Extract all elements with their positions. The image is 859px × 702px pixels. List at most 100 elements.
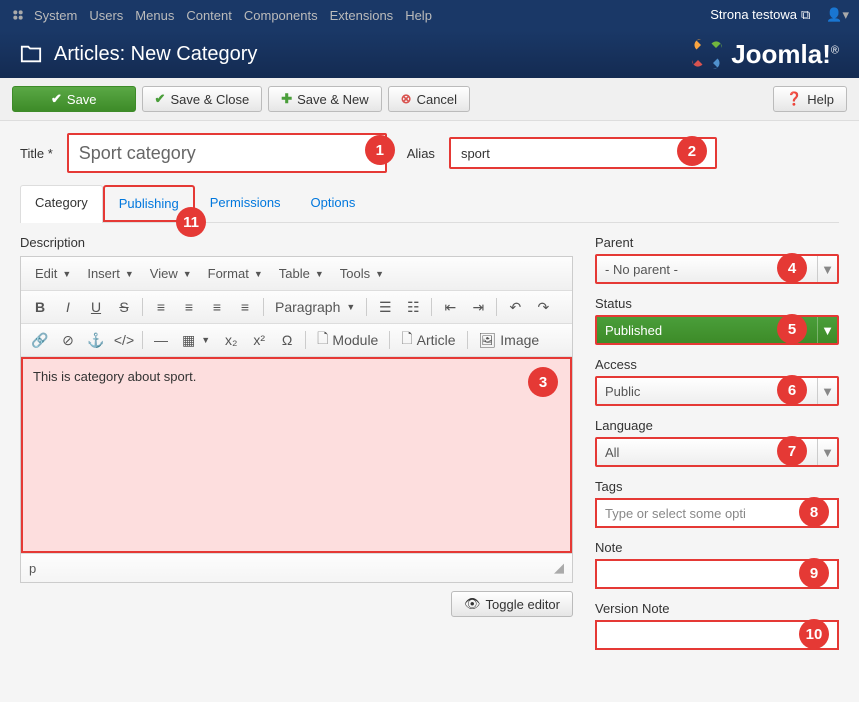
menu-components[interactable]: Components xyxy=(244,8,318,23)
chevron-down-icon: ▼ xyxy=(125,269,134,279)
tags-label: Tags xyxy=(595,479,839,494)
italic-button[interactable]: I xyxy=(55,295,81,319)
chevron-down-icon: ▼ xyxy=(254,269,263,279)
save-new-button[interactable]: ✚Save & New xyxy=(268,86,381,112)
annotation-11: 11 xyxy=(176,207,206,237)
align-right-button[interactable]: ≡ xyxy=(204,295,230,319)
title-label: Title * xyxy=(20,146,53,161)
help-button[interactable]: ❓Help xyxy=(773,86,847,112)
menu-system[interactable]: System xyxy=(34,8,77,23)
content-area: Title * 1 Alias 2 Category Publishing Pe… xyxy=(0,121,859,674)
menu-help[interactable]: Help xyxy=(405,8,432,23)
help-icon: ❓ xyxy=(786,91,802,107)
chevron-down-icon: ▼ xyxy=(201,335,210,345)
chevron-down-icon: ▼ xyxy=(817,317,837,343)
table-button[interactable]: ▦▼ xyxy=(176,328,216,352)
superscript-button[interactable]: x² xyxy=(246,328,272,352)
chevron-down-icon: ▼ xyxy=(62,269,71,279)
eye-icon: 👁 xyxy=(464,596,481,612)
title-input[interactable] xyxy=(67,133,387,173)
annotation-8: 8 xyxy=(799,497,829,527)
element-path: p xyxy=(29,561,36,576)
anchor-button[interactable]: ⚓ xyxy=(83,328,109,352)
menu-menus[interactable]: Menus xyxy=(135,8,174,23)
align-center-button[interactable]: ≡ xyxy=(176,295,202,319)
editor: Edit▼ Insert▼ View▼ Format▼ Table▼ Tools… xyxy=(20,256,573,583)
alias-label: Alias xyxy=(407,146,435,161)
code-button[interactable]: </> xyxy=(111,328,137,352)
folder-icon xyxy=(20,43,42,65)
editor-statusbar: p ◢ xyxy=(21,553,572,582)
chevron-down-icon: ▼ xyxy=(375,269,384,279)
chevron-down-icon: ▼ xyxy=(817,439,837,465)
editor-menu-edit[interactable]: Edit▼ xyxy=(29,263,77,284)
undo-button[interactable]: ↶ xyxy=(502,295,528,319)
external-link-icon: ⧉ xyxy=(801,7,810,22)
toggle-editor-button[interactable]: 👁Toggle editor xyxy=(451,591,573,617)
hr-button[interactable]: — xyxy=(148,328,174,352)
chevron-down-icon: ▼ xyxy=(315,269,324,279)
cancel-button[interactable]: ⊗Cancel xyxy=(388,86,470,112)
tab-options[interactable]: Options xyxy=(296,185,371,222)
indent-button[interactable]: ⇥ xyxy=(465,295,491,319)
editor-menu-tools[interactable]: Tools▼ xyxy=(334,263,390,284)
note-label: Note xyxy=(595,540,839,555)
annotation-10: 10 xyxy=(799,619,829,649)
link-button[interactable]: 🔗 xyxy=(27,328,53,352)
editor-menu-view[interactable]: View▼ xyxy=(144,263,198,284)
description-label: Description xyxy=(20,235,573,250)
tab-permissions[interactable]: Permissions xyxy=(195,185,296,222)
save-close-button[interactable]: ✔Save & Close xyxy=(142,86,263,112)
subscript-button[interactable]: x₂ xyxy=(218,328,244,352)
editor-toolbar-2: 🔗 ⊘ ⚓ </> — ▦▼ x₂ x² Ω 🗋 Module 🗋 Articl… xyxy=(21,324,572,357)
annotation-5: 5 xyxy=(777,314,807,344)
plus-icon: ✚ xyxy=(281,91,292,107)
annotation-9: 9 xyxy=(799,558,829,588)
admin-topbar: System Users Menus Content Components Ex… xyxy=(0,0,859,30)
status-label: Status xyxy=(595,296,839,311)
align-left-button[interactable]: ≡ xyxy=(148,295,174,319)
special-char-button[interactable]: Ω xyxy=(274,328,300,352)
bullet-list-button[interactable]: ☰ xyxy=(372,295,398,319)
unlink-button[interactable]: ⊘ xyxy=(55,328,81,352)
align-justify-button[interactable]: ≡ xyxy=(232,295,258,319)
editor-menu-table[interactable]: Table▼ xyxy=(273,263,330,284)
check-icon: ✔ xyxy=(51,91,62,107)
page-header: Articles: New Category Joomla!® xyxy=(0,30,859,78)
cancel-icon: ⊗ xyxy=(401,91,412,107)
annotation-7: 7 xyxy=(777,436,807,466)
check-icon: ✔ xyxy=(155,91,166,107)
underline-button[interactable]: U xyxy=(83,295,109,319)
editor-content[interactable]: This is category about sport. 3 xyxy=(21,357,572,553)
resize-handle-icon[interactable]: ◢ xyxy=(554,560,564,576)
insert-article-button[interactable]: 🗋 Article xyxy=(395,328,461,352)
menu-content[interactable]: Content xyxy=(186,8,232,23)
annotation-3: 3 xyxy=(528,367,558,397)
joomla-icon xyxy=(10,7,26,23)
chevron-down-icon: ▼ xyxy=(817,378,837,404)
paragraph-dropdown[interactable]: Paragraph▼ xyxy=(269,295,361,319)
menu-extensions[interactable]: Extensions xyxy=(330,8,394,23)
insert-image-button[interactable]: 🖼 Image xyxy=(473,328,546,352)
chevron-down-icon: ▼ xyxy=(817,256,837,282)
menu-users[interactable]: Users xyxy=(89,8,123,23)
chevron-down-icon: ▼ xyxy=(346,302,355,312)
insert-module-button[interactable]: 🗋 Module xyxy=(311,328,384,352)
editor-menu-insert[interactable]: Insert▼ xyxy=(81,263,139,284)
tab-category[interactable]: Category xyxy=(20,185,103,223)
annotation-1: 1 xyxy=(365,135,395,165)
outdent-button[interactable]: ⇤ xyxy=(437,295,463,319)
title-row: Title * 1 Alias 2 xyxy=(20,133,839,173)
version-note-label: Version Note xyxy=(595,601,839,616)
save-button[interactable]: ✔Save xyxy=(12,86,136,112)
access-label: Access xyxy=(595,357,839,372)
site-link[interactable]: Strona testowa⧉ xyxy=(710,7,810,23)
bold-button[interactable]: B xyxy=(27,295,53,319)
page-title: Articles: New Category xyxy=(54,43,257,66)
number-list-button[interactable]: ☷ xyxy=(400,295,426,319)
strike-button[interactable]: S xyxy=(111,295,137,319)
redo-button[interactable]: ↷ xyxy=(530,295,556,319)
user-menu-icon[interactable]: 👤▾ xyxy=(826,7,849,23)
editor-menu-format[interactable]: Format▼ xyxy=(202,263,269,284)
main-columns: Description Edit▼ Insert▼ View▼ Format▼ … xyxy=(20,235,839,662)
